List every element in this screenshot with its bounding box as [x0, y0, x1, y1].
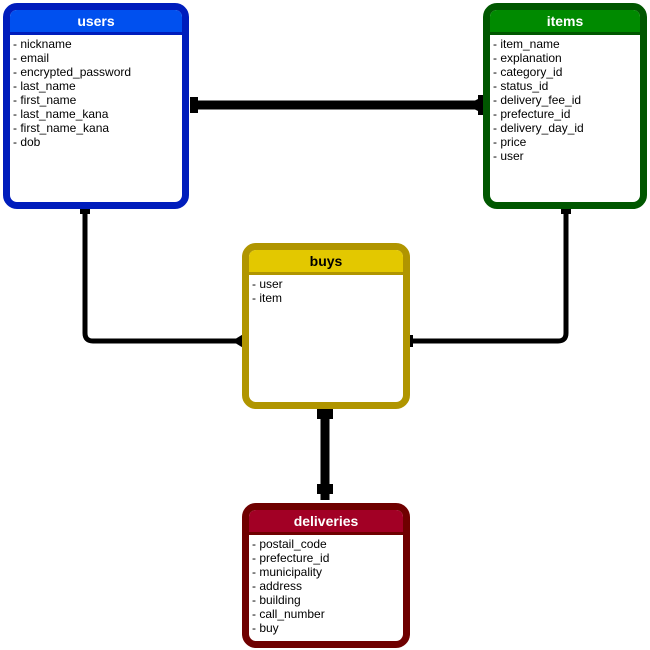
entity-users-title: users [10, 10, 182, 35]
entity-field: - last_name [13, 79, 76, 93]
entity-field: - building [252, 593, 301, 607]
entity-deliveries[interactable]: deliveries - postail_code - prefecture_id… [242, 503, 410, 648]
entity-field: - status_id [493, 79, 549, 93]
entity-field: - explanation [493, 51, 562, 65]
entity-buys-title: buys [249, 250, 403, 275]
entity-field: - last_name_kana [13, 107, 109, 121]
entity-buys[interactable]: buys - user - item [242, 243, 410, 409]
entity-field: - dob [13, 135, 41, 149]
entity-field: - encrypted_password [13, 65, 132, 79]
entity-field: - buy [252, 621, 279, 635]
entity-field: - delivery_day_id [493, 121, 584, 135]
entity-field: - item [252, 291, 282, 305]
entity-buys-fields: - user - item [249, 275, 403, 305]
entity-field: - prefecture_id [493, 107, 571, 121]
er-diagram: users - nickname - email - encrypted_passw… [0, 0, 650, 650]
entity-field: - category_id [493, 65, 563, 79]
entity-field: - email [13, 51, 50, 65]
entity-field: - address [252, 579, 303, 593]
entity-field: - user [493, 149, 524, 163]
entity-field: - postail_code [252, 537, 327, 551]
entity-field: - nickname [13, 37, 72, 51]
relationship-users-items [190, 95, 484, 115]
entity-items-title: items [490, 10, 640, 35]
entity-field: - delivery_fee_id [493, 93, 582, 107]
relationship-items-buys [405, 206, 571, 347]
entity-field: - municipality [252, 565, 323, 579]
entity-deliveries-title: deliveries [249, 510, 403, 535]
relationship-users-buys [80, 206, 245, 349]
entity-deliveries-fields: - postail_code - prefecture_id - municipal… [249, 535, 403, 635]
entity-field: - user [252, 277, 283, 291]
relationship-buys-deliveries [317, 409, 333, 500]
entity-field: - price [493, 135, 527, 149]
entity-field: - first_name_kana [13, 121, 110, 135]
entity-items[interactable]: items - item_name - explanation - category… [483, 3, 647, 209]
entity-users-fields: - nickname - email - encrypted_password - l… [10, 35, 182, 149]
entity-items-fields: - item_name - explanation - category_id - s… [490, 35, 640, 163]
entity-field: - prefecture_id [252, 551, 330, 565]
entity-users[interactable]: users - nickname - email - encrypted_passw… [3, 3, 189, 209]
entity-field: - call_number [252, 607, 325, 621]
entity-field: - first_name [13, 93, 77, 107]
entity-field: - item_name [493, 37, 560, 51]
